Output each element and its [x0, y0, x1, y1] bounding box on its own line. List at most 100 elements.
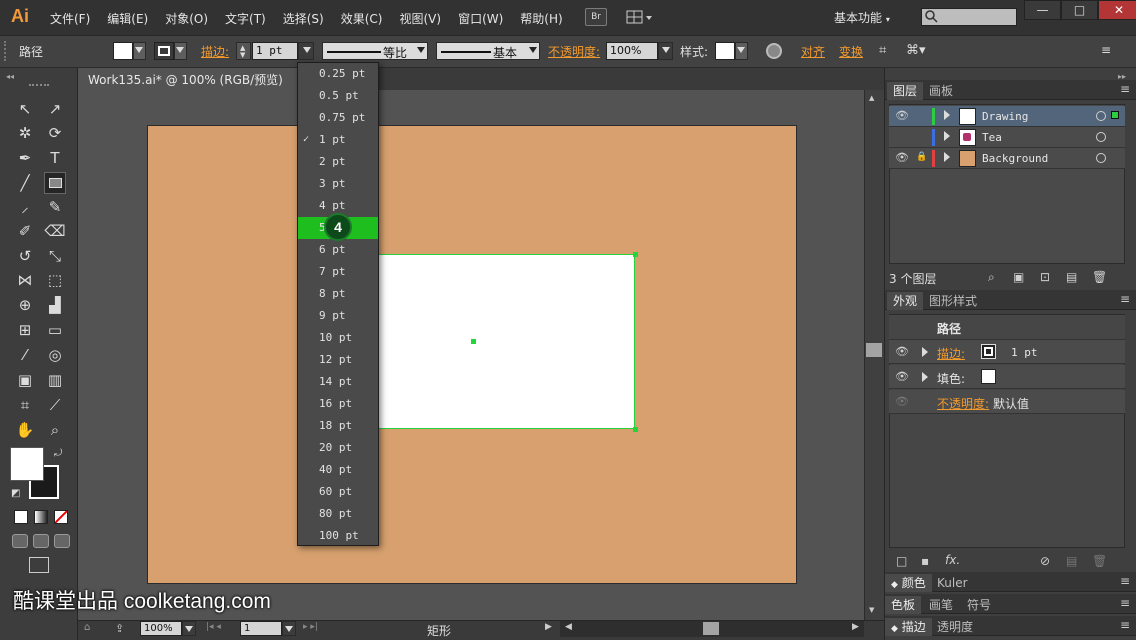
stroke-link[interactable]: 描边:	[937, 345, 965, 362]
bridge-button[interactable]: Br	[585, 8, 607, 26]
hand-tool-icon[interactable]: ✋	[14, 419, 36, 441]
scroll-up-icon[interactable]: ▲	[869, 94, 874, 102]
pen-tool-icon[interactable]: ✒	[14, 147, 36, 169]
recolor-artwork-icon[interactable]	[766, 43, 782, 59]
pencil-tool-icon[interactable]: ✎	[44, 196, 66, 218]
layer-row[interactable]: 👁 🔒 Background	[889, 148, 1125, 169]
menu-view[interactable]: 视图(V)	[399, 10, 441, 27]
h-scrollbar-thumb[interactable]	[703, 622, 719, 635]
selection-tool-icon[interactable]: ↖	[14, 98, 36, 120]
expand-triangle-icon[interactable]	[944, 131, 950, 141]
rotate-tool-icon[interactable]: ↺	[14, 245, 36, 267]
stroke-weight-option[interactable]: 10 pt	[298, 327, 378, 349]
stroke-weight-option[interactable]: 0.5 pt	[298, 85, 378, 107]
document-tab[interactable]: Work135.ai* @ 100% (RGB/预览)	[78, 68, 330, 90]
tab-transparency[interactable]: 透明度	[931, 618, 979, 636]
make-clip-mask-icon[interactable]: ▣	[1013, 270, 1024, 284]
tab-symbols[interactable]: 符号	[961, 596, 997, 614]
eye-icon[interactable]: 👁	[895, 370, 909, 383]
menu-file[interactable]: 文件(F)	[50, 10, 90, 27]
none-mode-icon[interactable]	[54, 510, 68, 524]
menu-help[interactable]: 帮助(H)	[520, 10, 562, 27]
stroke-weight-option[interactable]: 8 pt	[298, 283, 378, 305]
anchor-point[interactable]	[633, 427, 638, 432]
menu-object[interactable]: 对象(O)	[165, 10, 208, 27]
menu-select[interactable]: 选择(S)	[283, 10, 324, 27]
stroke-weight-option[interactable]: 14 pt	[298, 371, 378, 393]
panel-menu-icon[interactable]: ≡	[1120, 618, 1130, 632]
close-button[interactable]: ✕	[1098, 0, 1136, 20]
tab-swatches[interactable]: 色板	[885, 596, 922, 614]
search-icon[interactable]: ⌕	[988, 270, 995, 285]
panel-menu-icon[interactable]: ≡	[1120, 596, 1130, 610]
swap-colors-icon[interactable]: ⤾	[54, 448, 62, 459]
isolate-icon[interactable]: ⌗	[879, 43, 886, 58]
direct-selection-tool-icon[interactable]: ↗	[44, 98, 66, 120]
trash-icon[interactable]: 🗑	[1092, 270, 1107, 284]
color-mode-icon[interactable]	[14, 510, 28, 524]
tab-stroke[interactable]: ◆ 描边	[885, 618, 932, 636]
stroke-weight-option[interactable]: 80 pt	[298, 503, 378, 525]
column-graph-tool-icon[interactable]: ▥	[44, 369, 66, 391]
anchor-point[interactable]	[633, 252, 638, 257]
appearance-stroke-row[interactable]: 👁 描边: 1 pt	[889, 340, 1125, 364]
tab-color[interactable]: ◆ 颜色	[885, 574, 932, 592]
stroke-weight-stepper[interactable]: ▲ ▼	[236, 42, 251, 60]
fx-menu-icon[interactable]: fx.	[945, 553, 960, 567]
target-icon[interactable]	[1096, 153, 1106, 163]
eye-icon[interactable]: 👁	[895, 151, 909, 164]
page-input[interactable]: 1	[240, 621, 282, 636]
blob-brush-tool-icon[interactable]: ✐	[14, 220, 36, 242]
panel-menu-icon[interactable]: ≡	[1101, 43, 1111, 57]
perspective-grid-tool-icon[interactable]: ▟	[44, 294, 66, 316]
stroke-weight-option[interactable]: 20 pt	[298, 437, 378, 459]
zoom-tool-icon[interactable]: ⌕	[44, 419, 66, 441]
stroke-label-link[interactable]: 描边:	[201, 43, 229, 60]
add-stroke-icon[interactable]: □	[896, 554, 907, 568]
tab-layers[interactable]: 图层	[887, 82, 924, 100]
draw-normal-icon[interactable]	[12, 534, 28, 548]
layer-row[interactable]: Tea	[889, 127, 1125, 148]
clear-appearance-icon[interactable]: ⊘	[1040, 554, 1050, 568]
artboard-tool-icon[interactable]: ⌗	[14, 394, 36, 416]
mesh-tool-icon[interactable]: ⊞	[14, 319, 36, 341]
stroke-weight-option[interactable]: 40 pt	[298, 459, 378, 481]
opacity-label-link[interactable]: 不透明度:	[548, 43, 600, 60]
layer-name[interactable]: Tea	[982, 131, 1002, 144]
stroke-swatch[interactable]	[154, 42, 174, 60]
paintbrush-tool-icon[interactable]: ⸝	[14, 196, 36, 218]
maximize-button[interactable]: □	[1061, 0, 1098, 20]
stroke-weight-option[interactable]: 0.25 pt	[298, 63, 378, 85]
stroke-weight-input[interactable]: 1 pt	[252, 42, 298, 60]
symbol-sprayer-tool-icon[interactable]: ▣	[14, 369, 36, 391]
tab-brushes[interactable]: 画笔	[923, 596, 959, 614]
minimize-button[interactable]: —	[1024, 0, 1061, 20]
tab-kuler[interactable]: Kuler	[931, 574, 974, 592]
collapse-icon[interactable]: ◂◂	[6, 72, 14, 81]
last-page-icon[interactable]: ▸ ▸|	[303, 622, 318, 632]
stroke-weight-option[interactable]: 16 pt	[298, 393, 378, 415]
layer-name[interactable]: Background	[982, 152, 1048, 165]
stroke-weight-option[interactable]: 3 pt	[298, 173, 378, 195]
target-icon[interactable]	[1096, 132, 1106, 142]
stroke-weight-option[interactable]: 60 pt	[298, 481, 378, 503]
appearance-opacity-row[interactable]: 👁 不透明度: 默认值	[889, 390, 1125, 414]
tools-grip[interactable]	[29, 84, 49, 88]
new-sublayer-icon[interactable]: ⊡	[1040, 270, 1050, 284]
lasso-tool-icon[interactable]: ⟳	[44, 122, 66, 144]
layer-row[interactable]: 👁 Drawing	[889, 106, 1125, 127]
scroll-right-icon[interactable]: ▶	[852, 622, 859, 632]
gradient-tool-icon[interactable]: ▭	[44, 319, 66, 341]
selected-rectangle[interactable]	[366, 254, 635, 429]
stroke-weight-option[interactable]: 6 pt	[298, 239, 378, 261]
stroke-weight-option[interactable]: 9 pt	[298, 305, 378, 327]
shape-builder-tool-icon[interactable]: ⊕	[14, 294, 36, 316]
layer-name[interactable]: Drawing	[982, 110, 1028, 123]
variable-width-profile[interactable]: 等比	[322, 42, 428, 60]
selection-indicator[interactable]	[1111, 111, 1119, 119]
zoom-input[interactable]: 100%	[140, 621, 182, 636]
opacity-link[interactable]: 不透明度:	[937, 395, 989, 412]
eraser-tool-icon[interactable]: ⌫	[44, 220, 66, 242]
fill-dropdown[interactable]	[133, 42, 146, 60]
brush-definition[interactable]: 基本	[436, 42, 540, 60]
